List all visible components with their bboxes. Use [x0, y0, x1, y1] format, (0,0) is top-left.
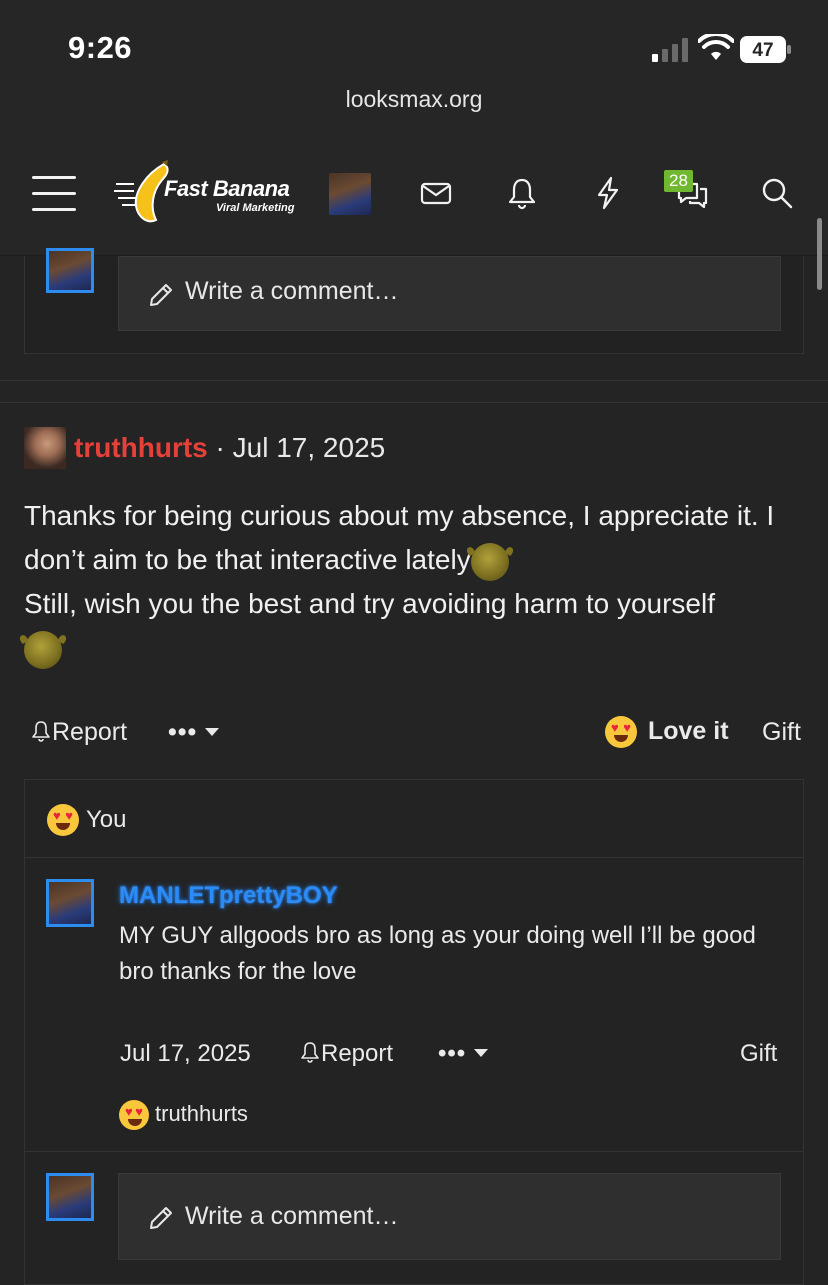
- user-avatar[interactable]: [329, 173, 371, 215]
- logo-subtitle: Viral Marketing: [216, 202, 295, 214]
- gift-button[interactable]: Gift: [762, 718, 801, 747]
- reply-report-button[interactable]: Report: [299, 1040, 393, 1068]
- comment-input[interactable]: Write a comment…: [118, 256, 781, 331]
- lightning-icon[interactable]: [591, 176, 625, 210]
- signal-icon: [652, 38, 688, 62]
- divider: [25, 1151, 803, 1152]
- reply-reaction-user: truthhurts: [155, 1100, 248, 1126]
- reply-more-button[interactable]: •••: [438, 1040, 489, 1068]
- more-options-button[interactable]: •••: [168, 718, 220, 747]
- clock: 9:26: [68, 30, 133, 65]
- shrek-emoji-icon: [470, 542, 509, 581]
- divider: [0, 402, 828, 403]
- menu-icon[interactable]: [32, 176, 76, 212]
- reply-report-label: Report: [321, 1040, 394, 1067]
- scrollbar[interactable]: [817, 218, 822, 290]
- banana-icon: [114, 160, 169, 223]
- heart-eyes-emoji-icon: [119, 1100, 149, 1130]
- report-button[interactable]: Report: [30, 718, 127, 747]
- mail-icon[interactable]: [419, 176, 453, 210]
- battery-icon: 47: [740, 36, 791, 63]
- reply-username[interactable]: MANLETprettyBOY: [119, 882, 338, 910]
- reactions-bar[interactable]: You: [25, 780, 803, 858]
- heart-eyes-emoji-icon: [47, 804, 79, 836]
- chat-badge[interactable]: 28: [664, 170, 693, 192]
- reply-reactions[interactable]: truthhurts: [119, 1100, 248, 1130]
- avatar[interactable]: [46, 1173, 94, 1221]
- bell-icon: [301, 1042, 319, 1063]
- logo-title: Fast Banana: [164, 176, 290, 201]
- post-username[interactable]: truthhurts: [74, 432, 208, 463]
- post-text-line1: Thanks for being curious about my absenc…: [24, 500, 775, 575]
- comment-placeholder: Write a comment…: [185, 1202, 399, 1230]
- post-date[interactable]: Jul 17, 2025: [233, 432, 386, 463]
- separator: ·: [215, 432, 225, 463]
- battery-level: 47: [752, 40, 773, 61]
- post-body: Thanks for being curious about my absenc…: [24, 494, 804, 670]
- avatar[interactable]: [46, 248, 94, 293]
- status-bar: 9:26 47 looksmax.org: [0, 0, 828, 140]
- more-icon: •••: [168, 718, 198, 746]
- shrek-emoji-icon: [24, 630, 62, 669]
- bell-icon: [32, 721, 50, 742]
- pencil-icon: [150, 284, 172, 306]
- replies-section: You MANLETprettyBOY MY GUY allgoods bro …: [24, 779, 804, 1285]
- divider: [0, 380, 828, 381]
- post-header: truthhurts · Jul 17, 2025: [74, 432, 385, 464]
- reply-date[interactable]: Jul 17, 2025: [120, 1040, 251, 1068]
- pencil-icon: [150, 1207, 172, 1229]
- comment-placeholder: Write a comment…: [185, 277, 399, 305]
- url-bar[interactable]: looksmax.org: [0, 86, 828, 113]
- reply-gift-button[interactable]: Gift: [740, 1040, 777, 1068]
- comment-box: Write a comment…: [24, 248, 804, 354]
- gift-label: Gift: [762, 718, 801, 746]
- more-icon: •••: [438, 1040, 467, 1067]
- reaction-users[interactable]: You: [86, 806, 127, 834]
- love-it-label: Love it: [647, 716, 729, 745]
- search-icon[interactable]: [760, 176, 794, 210]
- post-author-avatar[interactable]: [24, 427, 66, 469]
- reply-text: MY GUY allgoods bro as long as your doin…: [119, 922, 756, 985]
- wifi-icon: [698, 34, 734, 60]
- heart-eyes-emoji-icon: [605, 716, 637, 748]
- chevron-down-icon: [205, 728, 220, 736]
- chevron-down-icon: [474, 1049, 489, 1057]
- site-header: Fast Banana Viral Marketing 28: [0, 140, 828, 256]
- site-logo[interactable]: Fast Banana Viral Marketing: [112, 158, 312, 230]
- comment-input[interactable]: Write a comment…: [118, 1173, 781, 1260]
- reply-author-avatar[interactable]: [46, 879, 94, 927]
- post-text-line2: Still, wish you the best and try avoidin…: [24, 588, 716, 619]
- bell-icon[interactable]: [505, 176, 539, 210]
- love-it-button[interactable]: Love it: [605, 716, 729, 748]
- report-label: Report: [52, 718, 128, 746]
